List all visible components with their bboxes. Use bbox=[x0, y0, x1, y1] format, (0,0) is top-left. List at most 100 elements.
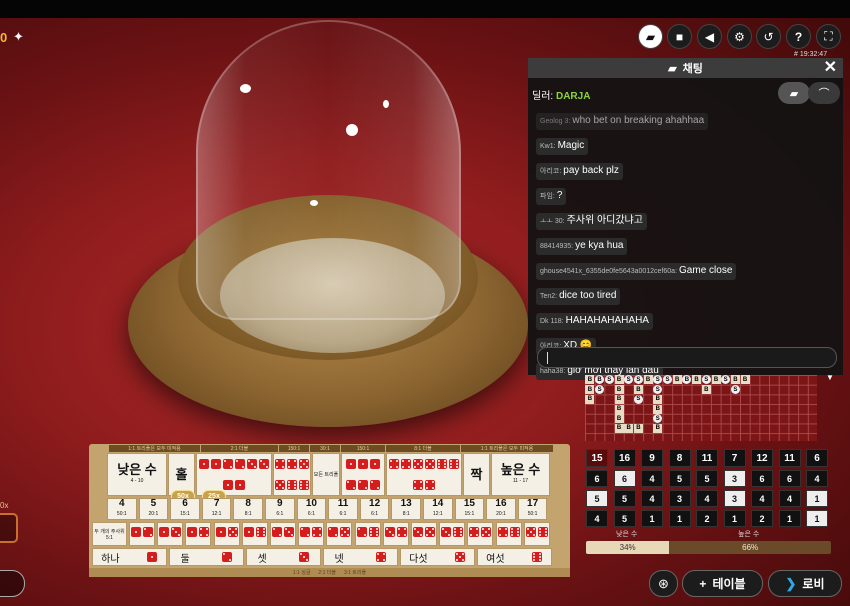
single-bet-3[interactable]: 셋 bbox=[246, 548, 321, 566]
combination-bet[interactable] bbox=[298, 522, 325, 546]
headset-icon[interactable]: ⌒ bbox=[808, 82, 840, 104]
chat-text: 주사위 아디갔냐고 bbox=[566, 215, 643, 226]
die-face-2 bbox=[358, 479, 368, 490]
total-bet-11[interactable]: 11 6:1 bbox=[328, 498, 358, 520]
combination-bet[interactable] bbox=[411, 522, 437, 546]
combination-bet[interactable] bbox=[354, 522, 381, 546]
total-bet-12[interactable]: 12 6:1 bbox=[359, 498, 390, 520]
die-face-1 bbox=[358, 459, 368, 470]
single-bet-2[interactable]: 둘 bbox=[169, 548, 244, 566]
results-roadmap[interactable]: BBSBSSBSSBBBSBSBBBSBBSBSBBSBBBBSBBBB bbox=[585, 375, 817, 441]
total-bet-10[interactable]: 10 6:1 bbox=[296, 498, 327, 520]
die-face-6 bbox=[299, 479, 309, 490]
result-column: 11 5 4 2 bbox=[696, 449, 718, 527]
glint bbox=[240, 84, 251, 93]
result-die: 1 bbox=[723, 510, 746, 527]
dealer-name: DARJA bbox=[555, 91, 591, 102]
total-bet-7[interactable]: 7 12:1 bbox=[201, 498, 232, 520]
lobby-button[interactable]: ❯ 로비 bbox=[768, 570, 842, 597]
combination-bet[interactable] bbox=[185, 522, 212, 546]
total-bet-15[interactable]: 15 15:1 bbox=[454, 498, 485, 520]
chevron-down-icon[interactable]: ▼ bbox=[826, 373, 834, 382]
roadmap-marker: B bbox=[614, 414, 624, 424]
combination-bet[interactable] bbox=[495, 522, 522, 546]
combination-bet[interactable] bbox=[523, 522, 550, 546]
combination-bet[interactable] bbox=[326, 522, 353, 546]
combination-bet[interactable] bbox=[439, 522, 466, 546]
die-face-4 bbox=[401, 459, 411, 470]
combination-bet[interactable] bbox=[467, 522, 494, 546]
chat-mode-icon[interactable]: ▰ bbox=[778, 82, 810, 104]
die-face-5 bbox=[525, 527, 536, 537]
roadmap-marker: B bbox=[672, 375, 682, 385]
total-bet-14[interactable]: 14 12:1 bbox=[423, 498, 453, 520]
double-bets-right[interactable] bbox=[386, 453, 462, 496]
single-bet-6[interactable]: 여섯 bbox=[477, 548, 552, 566]
board-header: 2:1 더블 bbox=[201, 445, 278, 452]
die-face-1 bbox=[146, 552, 157, 562]
plus-icon: + bbox=[699, 576, 707, 591]
help-icon[interactable]: ? bbox=[786, 24, 811, 49]
pin-icon[interactable]: ✦ bbox=[13, 29, 24, 45]
combo-dice bbox=[412, 525, 436, 543]
combination-bet[interactable] bbox=[157, 522, 184, 546]
total-bet-9[interactable]: 9 6:1 bbox=[265, 498, 295, 520]
roadmap-marker: B bbox=[585, 385, 595, 395]
total-bet-17[interactable]: 17 50:1 bbox=[517, 498, 548, 520]
total-bet-13[interactable]: 13 8:1 bbox=[391, 498, 421, 520]
video-icon[interactable]: ■ bbox=[667, 24, 692, 49]
even-bet[interactable]: 짝 bbox=[463, 453, 490, 496]
combination-bet[interactable] bbox=[213, 522, 240, 546]
any-triple-bet[interactable]: 모든 트리플 bbox=[312, 453, 340, 496]
result-die: 4 bbox=[696, 490, 718, 507]
chat-icon[interactable]: ▰ bbox=[638, 24, 663, 49]
combo-dice bbox=[299, 525, 323, 543]
roadmap-marker: B bbox=[730, 375, 740, 385]
total-bet-8[interactable]: 8 8:1 bbox=[233, 498, 263, 520]
high-percentage: 66% bbox=[742, 543, 759, 552]
single-bet-5[interactable]: 다섯 bbox=[400, 548, 475, 566]
sound-icon[interactable]: ◀ bbox=[697, 24, 722, 49]
dealer-info: 딜러: DARJA bbox=[532, 87, 590, 102]
result-die: 5 bbox=[668, 470, 691, 487]
combination-bet[interactable] bbox=[129, 522, 155, 546]
balance-pill[interactable] bbox=[0, 570, 25, 597]
combo-dice bbox=[440, 525, 464, 543]
roadmap-marker: B bbox=[585, 394, 595, 404]
big-bet[interactable]: 높은 수 11 - 17 bbox=[491, 453, 550, 496]
chat-message: 파임:? bbox=[536, 188, 567, 205]
combination-bet[interactable] bbox=[241, 522, 268, 546]
roadmap-marker: B bbox=[740, 375, 750, 385]
triple-bets-right[interactable] bbox=[341, 453, 385, 496]
chat-user: 88414935: bbox=[540, 243, 574, 250]
total-bet-4[interactable]: 4 50:1 bbox=[107, 498, 137, 520]
fullscreen-icon[interactable]: ⛶ bbox=[816, 24, 841, 49]
combination-bet[interactable] bbox=[270, 522, 296, 546]
chat-text: who bet on breaking ahahhaa bbox=[572, 115, 705, 126]
total-odds: 6:1 bbox=[371, 511, 379, 517]
result-total: 11 bbox=[696, 449, 718, 467]
total-bet-6[interactable]: 6 15:1 bbox=[170, 498, 200, 520]
single-bet-4[interactable]: 넷 bbox=[323, 548, 398, 566]
tables-button[interactable]: + 테이블 bbox=[682, 570, 763, 597]
total-bet-16[interactable]: 16 20:1 bbox=[486, 498, 516, 520]
chip-selector[interactable] bbox=[0, 513, 18, 543]
combination-bet[interactable] bbox=[382, 522, 409, 546]
chat-input[interactable] bbox=[537, 347, 837, 368]
total-bet-5[interactable]: 5 20:1 bbox=[138, 498, 169, 520]
chat-message: ㅗㅗ 30: 주사위 아디갔냐고 bbox=[536, 213, 647, 230]
roadmap-marker: B bbox=[614, 394, 624, 404]
single-bet-1[interactable]: 하나 bbox=[92, 548, 167, 566]
history-icon[interactable]: ↺ bbox=[756, 24, 781, 49]
small-bet[interactable]: 낮은 수 4 - 10 bbox=[107, 453, 167, 496]
result-die: 3 bbox=[668, 490, 691, 507]
chat-message: 아리코: pay back plz bbox=[536, 163, 623, 180]
favorite-icon[interactable]: ⊛ bbox=[649, 570, 678, 597]
chat-message: ghouse4541x_6355de0fe5643a0012cef60a: Gam… bbox=[536, 263, 737, 280]
close-icon[interactable]: ✕ bbox=[824, 58, 837, 78]
result-die: 6 bbox=[586, 470, 608, 487]
gear-icon[interactable]: ⚙ bbox=[727, 24, 752, 49]
triple-bets-left[interactable] bbox=[273, 453, 311, 496]
result-column: 16 6 5 5 bbox=[613, 449, 636, 527]
die-face-4 bbox=[469, 527, 480, 537]
